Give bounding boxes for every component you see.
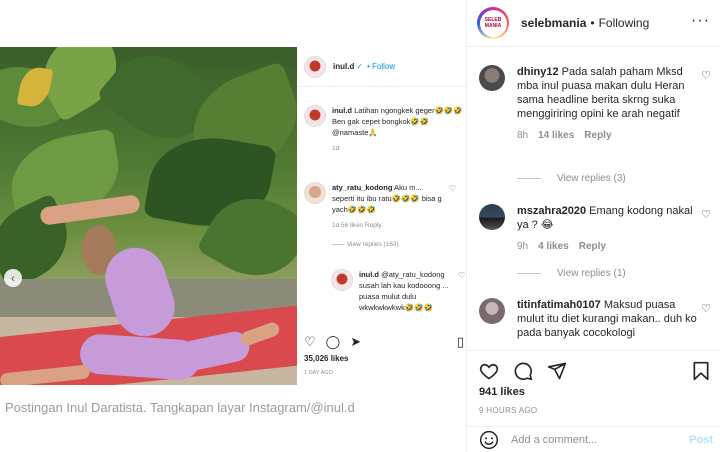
post-header: SELEB MANIA selebmania • Following ··· bbox=[467, 0, 720, 47]
comment-item: mszahra2020 Emang kodong nakal ya ? 😂 9h… bbox=[479, 204, 711, 254]
heart-icon[interactable] bbox=[479, 361, 499, 381]
post-button[interactable]: Post bbox=[689, 434, 713, 446]
share-icon[interactable] bbox=[547, 361, 567, 381]
comment-username[interactable]: mszahra2020 bbox=[517, 205, 586, 217]
verified-icon: ✓ bbox=[356, 62, 364, 71]
yoga-photo: ‹ bbox=[0, 47, 297, 385]
comment-time: 8h bbox=[517, 130, 529, 141]
following-button[interactable]: Following bbox=[599, 16, 650, 30]
comment-icon[interactable] bbox=[513, 361, 533, 381]
comment-username[interactable]: titinfatimah0107 bbox=[517, 299, 601, 311]
inner-avatar bbox=[304, 55, 326, 78]
comment-username[interactable]: dhiny12 bbox=[517, 66, 559, 78]
header-username[interactable]: selebmania bbox=[521, 16, 586, 30]
comment-meta: 9h 4 likes Reply bbox=[517, 240, 697, 254]
comment-item: dhiny12 Pada salah paham Mksd mba inul p… bbox=[479, 65, 711, 143]
comment-likes[interactable]: 14 likes bbox=[538, 129, 574, 143]
inner-reply: inul.d @aty_ratu_kodong susah lah kau ko… bbox=[331, 269, 465, 313]
embedded-comments-panel: inul.d ✓ • Follow inul.d Latihan ngongke… bbox=[297, 47, 466, 385]
heart-icon[interactable]: ♡ bbox=[701, 302, 711, 315]
bookmark-icon[interactable] bbox=[691, 361, 711, 381]
instagram-comments-panel: SELEB MANIA selebmania • Following ··· d… bbox=[466, 0, 720, 452]
view-replies-button[interactable]: View replies (1) bbox=[517, 268, 626, 279]
emoji-icon[interactable] bbox=[479, 430, 499, 450]
article-image-area: ‹ inul.d ✓ • Follow inul.d Latihan ngong… bbox=[0, 0, 466, 452]
post-timestamp: 9 HOURS AGO bbox=[479, 406, 538, 415]
inner-likes: 35,026 likes bbox=[304, 354, 349, 363]
inner-actions: ♡ ◯ ➤ bbox=[304, 334, 361, 350]
inner-comment: aty_ratu_kodong Aku m... seperti itu ibu… bbox=[304, 182, 456, 250]
comment-input[interactable] bbox=[511, 433, 681, 446]
more-icon[interactable]: ··· bbox=[691, 12, 710, 30]
comment-time: 9h bbox=[517, 241, 529, 252]
comment-likes[interactable]: 4 likes bbox=[538, 240, 569, 254]
comment-meta: 8h 14 likes Reply bbox=[517, 129, 697, 143]
likes-count[interactable]: 941 likes bbox=[479, 386, 525, 398]
heart-icon[interactable]: ♡ bbox=[458, 271, 465, 280]
comment-icon: ◯ bbox=[325, 334, 341, 349]
view-replies-button[interactable]: View replies (3) bbox=[517, 173, 626, 184]
heart-icon[interactable]: ♡ bbox=[701, 208, 711, 221]
header-separator: • bbox=[590, 16, 595, 30]
avatar-logo-text: SELEB MANIA bbox=[479, 9, 507, 37]
comments-list: dhiny12 Pada salah paham Mksd mba inul p… bbox=[467, 48, 720, 350]
inner-follow-link: • Follow bbox=[367, 62, 396, 71]
reply-button[interactable]: Reply bbox=[579, 240, 606, 254]
image-caption: Postingan Inul Daratista. Tangkapan laya… bbox=[5, 400, 355, 415]
chevron-left-icon[interactable]: ‹ bbox=[4, 269, 22, 287]
bookmark-icon: ▯ bbox=[456, 334, 464, 349]
avatar[interactable] bbox=[479, 65, 505, 91]
heart-icon[interactable]: ♡ bbox=[701, 69, 711, 82]
inner-username: inul.d bbox=[333, 62, 355, 71]
inner-time: 1 DAY AGO bbox=[304, 370, 333, 376]
reply-button[interactable]: Reply bbox=[584, 129, 611, 143]
post-actions: 941 likes 9 HOURS AGO bbox=[467, 350, 720, 426]
avatar[interactable] bbox=[479, 298, 505, 324]
add-comment-bar: Post bbox=[467, 426, 720, 452]
heart-icon[interactable]: ♡ bbox=[449, 184, 456, 193]
share-icon: ➤ bbox=[350, 334, 362, 349]
embedded-instagram-screenshot: ‹ inul.d ✓ • Follow inul.d Latihan ngong… bbox=[0, 47, 466, 385]
avatar[interactable]: SELEB MANIA bbox=[477, 7, 509, 39]
avatar[interactable] bbox=[479, 204, 505, 230]
comment-item: titinfatimah0107 Maksud puasa mulut itu … bbox=[479, 298, 711, 340]
inner-comment: inul.d Latihan ngongkek geger🤣🤣🤣 Ben gak… bbox=[304, 105, 466, 154]
heart-icon: ♡ bbox=[304, 334, 316, 349]
